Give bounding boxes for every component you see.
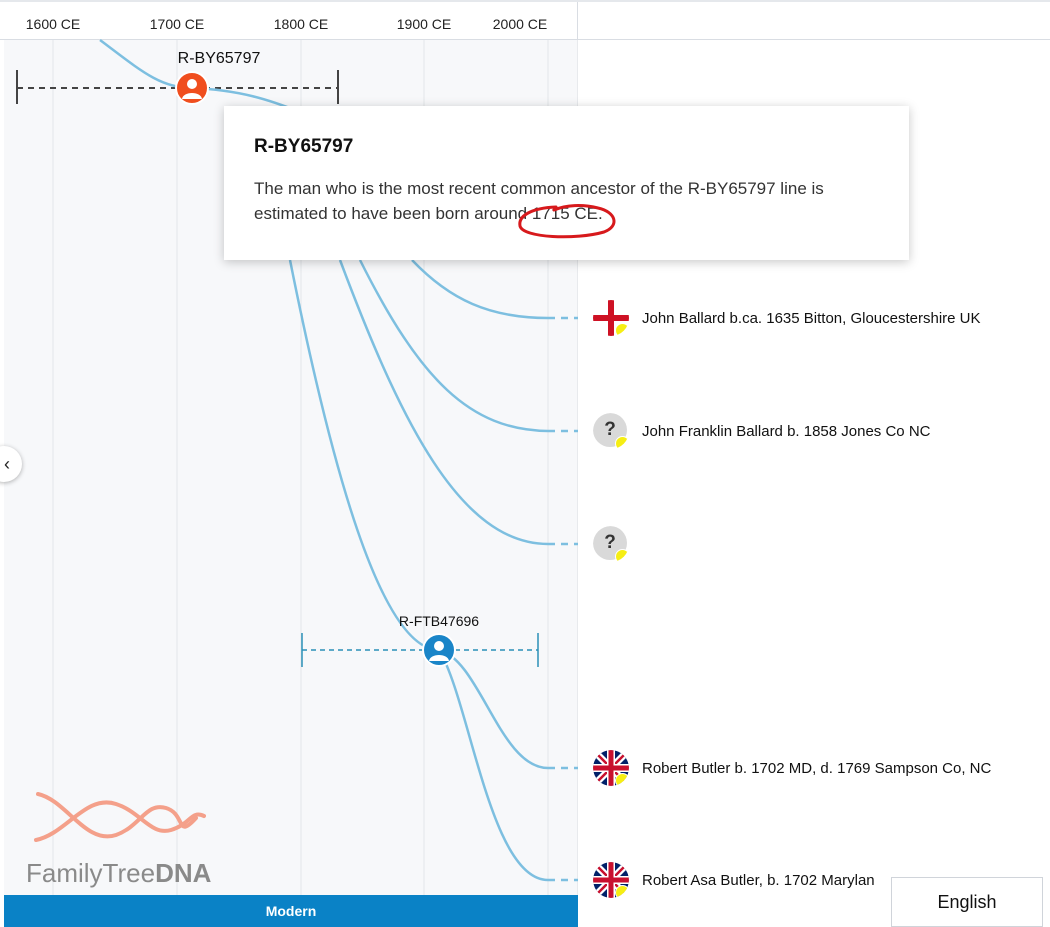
person-icon — [182, 79, 202, 99]
leaf-ancestor[interactable]: ? — [593, 526, 642, 562]
ancestor-name: John Franklin Ballard b. 1858 Jones Co N… — [642, 422, 931, 440]
badge-dot — [615, 436, 629, 449]
haplogroup-node-label: R-BY65797 — [177, 50, 261, 67]
unknown-country-icon: ? — [593, 526, 629, 562]
language-selector-button[interactable]: English — [891, 877, 1043, 927]
leaf-ancestor[interactable]: Robert Asa Butler, b. 1702 Marylan — [593, 862, 875, 898]
branch-line — [411, 259, 549, 320]
england-flag-icon — [593, 300, 629, 336]
ancestor-name: Robert Asa Butler, b. 1702 Marylan — [642, 871, 875, 889]
badge-dot — [615, 549, 629, 562]
branch-line — [338, 259, 549, 546]
leaf-ancestor[interactable]: John Ballard b.ca. 1635 Bitton, Gloucest… — [593, 300, 981, 336]
unknown-country-icon: ? — [593, 413, 629, 449]
badge-dot — [615, 773, 629, 786]
ancestor-name: John Ballard b.ca. 1635 Bitton, Gloucest… — [642, 309, 981, 327]
ancestor-name: Robert Butler b. 1702 MD, d. 1769 Sampso… — [642, 759, 992, 777]
dna-helix-icon — [34, 792, 206, 842]
badge-dot — [615, 323, 629, 336]
leaf-ancestor[interactable]: Robert Butler b. 1702 MD, d. 1769 Sampso… — [593, 750, 991, 786]
chevron-left-icon: ‹ — [4, 453, 10, 474]
leaf-ancestor[interactable]: ? John Franklin Ballard b. 1858 Jones Co… — [593, 413, 931, 449]
logo-wordmark: FamilyTreeDNA — [26, 858, 212, 888]
branch-line — [438, 648, 549, 770]
badge-dot — [615, 885, 629, 898]
familytreedna-logo: FamilyTreeDNA — [26, 790, 226, 890]
modern-timeline-bar[interactable]: Modern — [4, 895, 578, 927]
haplogroup-node-mid[interactable] — [422, 633, 456, 667]
uk-flag-icon — [593, 750, 629, 786]
uk-flag-icon — [593, 862, 629, 898]
branch-line — [358, 259, 549, 433]
haplogroup-node-top[interactable] — [175, 71, 209, 105]
haplogroup-node-label: R-FTB47696 — [398, 613, 480, 629]
person-icon — [429, 641, 449, 661]
tooltip-body: The man who is the most recent common an… — [254, 179, 824, 223]
node-tooltip: R-BY65797 The man who is the most recent… — [224, 106, 909, 260]
branch-line — [288, 259, 440, 652]
tooltip-title: R-BY65797 — [254, 136, 354, 157]
branch-line — [437, 649, 549, 882]
